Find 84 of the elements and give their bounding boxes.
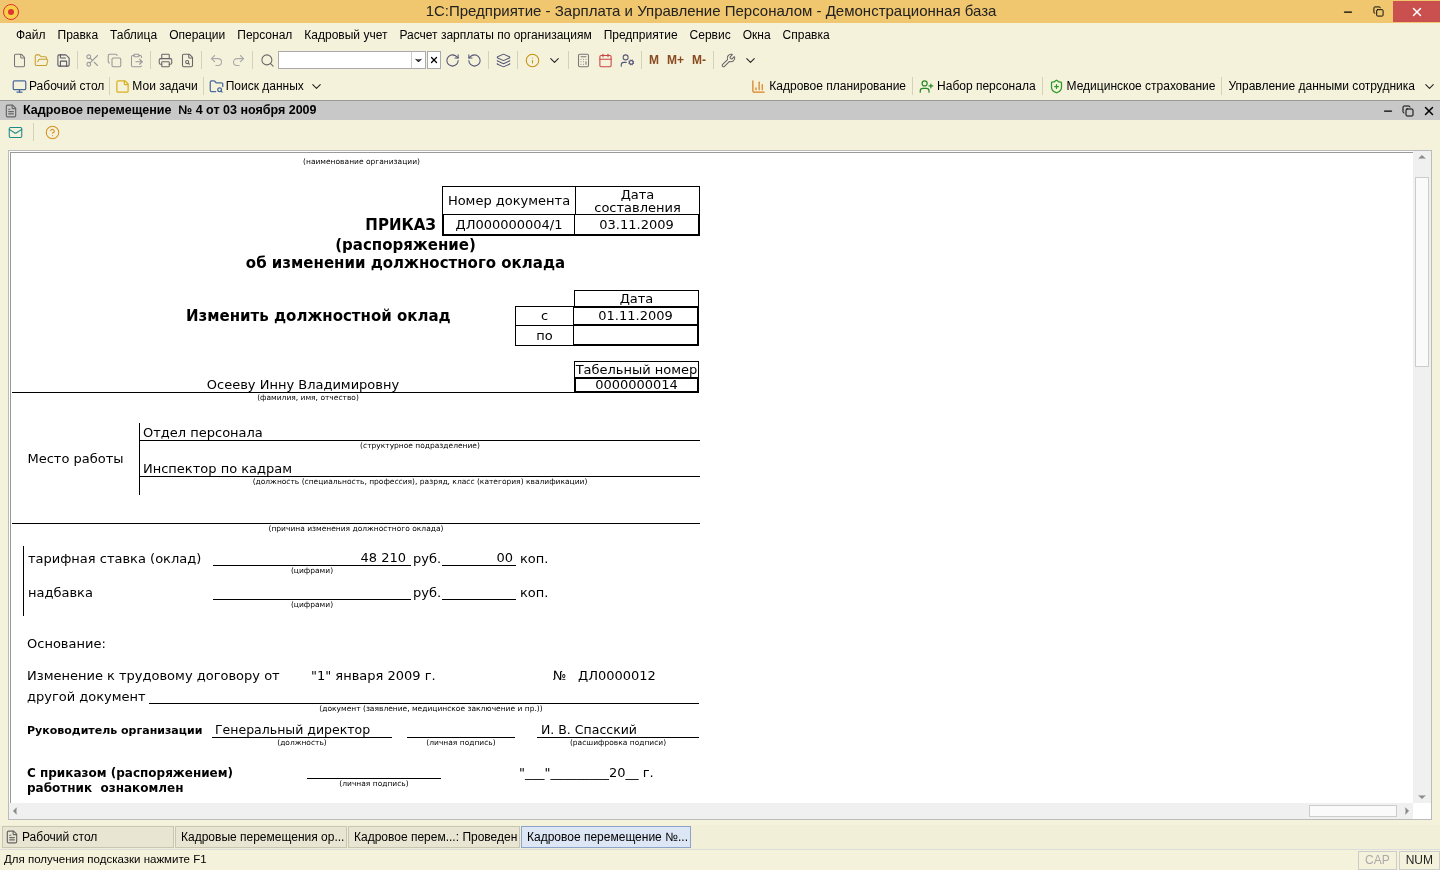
table-header-cell: Табельный номер [574, 361, 699, 377]
table-cell: по [515, 326, 574, 346]
field-value: И. В. Спасский [541, 723, 637, 737]
field-label: Изменение к трудовому договору от [27, 667, 281, 684]
employee-name: Осееву Инну Владимировну [206, 378, 400, 392]
close-icon [429, 55, 439, 65]
menu-item[interactable]: Файл [16, 26, 46, 44]
field-value: "1" января 2009 г. [311, 667, 437, 684]
status-indicator: CAP [1358, 850, 1397, 870]
panel-button[interactable]: Кадровое планирование [748, 75, 910, 97]
vertical-scrollbar[interactable] [1413, 151, 1431, 803]
taskbar-item[interactable]: Кадровое перемещение №... [521, 826, 691, 848]
order-subject: об изменении должностного оклада [245, 253, 566, 274]
panel-button[interactable]: Поиск данных [206, 75, 306, 97]
field-label: Руководитель организации [27, 724, 204, 738]
memory-button[interactable]: M+ [663, 51, 688, 69]
table-cell: 03.11.2009 [575, 215, 700, 236]
field-value: Генеральный директор [215, 723, 371, 737]
table-cell: ДЛ000000004/1 [442, 215, 575, 236]
unit-label: коп. [519, 586, 549, 600]
menu-item[interactable]: Сервис [689, 26, 731, 44]
panel-button[interactable]: Рабочий стол [10, 75, 107, 97]
menu-item[interactable]: Персонал [237, 26, 293, 44]
menu-item[interactable]: Окна [742, 26, 771, 44]
acknowledgement-text: работник ознакомлен [27, 781, 185, 796]
window-title: 1С:Предприятие - Зарплата и Управление Персоналом - Демонстрационная база [425, 1, 997, 22]
date-line: "___"_________20__ г. [519, 766, 654, 782]
folder-search-icon [208, 78, 224, 94]
app-logo-icon [3, 3, 19, 20]
menu-item[interactable]: Кадровый учет [304, 26, 388, 44]
field-label: тарифная ставка (оклад) [28, 552, 203, 566]
menu-item[interactable]: Предприятие [603, 26, 678, 44]
status-hint: Для получения подсказки нажмите F1 [3, 852, 208, 868]
field-value: 00 [496, 551, 513, 565]
document-title: Кадровое перемещение № 4 от 03 ноября 2009 [23, 102, 318, 120]
unit-label: руб. [412, 586, 442, 600]
document-icon [4, 103, 18, 118]
status-indicator: NUM [1398, 850, 1440, 870]
table-header-cell: Дата составления [575, 186, 700, 215]
table-cell: с [515, 306, 574, 326]
unit-label: руб. [412, 552, 442, 566]
acknowledgement-text: С приказом (распоряжением) [27, 766, 235, 781]
field-label: другой документ [27, 690, 146, 704]
person-plus-icon [919, 78, 935, 94]
document-icon [5, 830, 19, 844]
order-title: ПРИКАЗ [365, 215, 436, 237]
table-header-cell: Номер документа [442, 186, 575, 215]
menu-item[interactable]: Расчет зарплаты по организациям [399, 26, 592, 44]
field-value: Отдел персонала [143, 426, 263, 440]
search-field[interactable] [278, 51, 426, 69]
taskbar-item[interactable]: Кадровое перем...: Проведен [348, 826, 520, 848]
horizontal-scrollbar[interactable] [9, 803, 1413, 819]
table-header-cell: Дата [574, 290, 699, 306]
menu-item[interactable]: Таблица [110, 26, 158, 44]
field-value: ДЛ0000012 [578, 667, 656, 684]
memory-button[interactable]: M [645, 51, 663, 69]
menu-item[interactable]: Операции [169, 26, 226, 44]
restore-icon [1402, 104, 1414, 117]
shield-plus-icon [1048, 78, 1064, 94]
menu-item[interactable]: Правка [57, 26, 99, 44]
field-value: Инспектор по кадрам [143, 462, 293, 476]
scroll-thumb[interactable] [1415, 177, 1429, 367]
table-cell: 0000000014 [574, 377, 699, 393]
panel-button[interactable]: Набор персонала [916, 75, 1039, 97]
panel-button[interactable]: Управление данными сотрудника [1225, 75, 1418, 97]
taskbar-item[interactable]: Рабочий стол [2, 826, 174, 848]
field-label: надбавка [28, 586, 94, 600]
field-label: № [553, 667, 568, 684]
menu-item[interactable]: Справка [782, 26, 830, 44]
clear-button[interactable] [427, 51, 441, 69]
order-subtitle: (распоряжение) [335, 234, 476, 256]
taskbar-item[interactable]: Кадровые перемещения ор... [175, 826, 347, 848]
note-icon [115, 78, 131, 94]
restore-icon [1372, 6, 1384, 17]
panel-button[interactable]: Мои задачи [113, 75, 200, 97]
memory-button[interactable]: M- [688, 51, 710, 69]
section-label: Основание: [27, 636, 106, 651]
field-label: Место работы [27, 450, 124, 469]
panel-button[interactable]: Медицинское страхование [1045, 75, 1219, 97]
action-heading: Изменить должностной оклад [186, 305, 451, 327]
scroll-thumb[interactable] [1309, 805, 1397, 817]
field-value: 48 210 [360, 551, 406, 565]
table-cell: 01.11.2009 [574, 306, 699, 326]
unit-label: коп. [519, 552, 549, 566]
